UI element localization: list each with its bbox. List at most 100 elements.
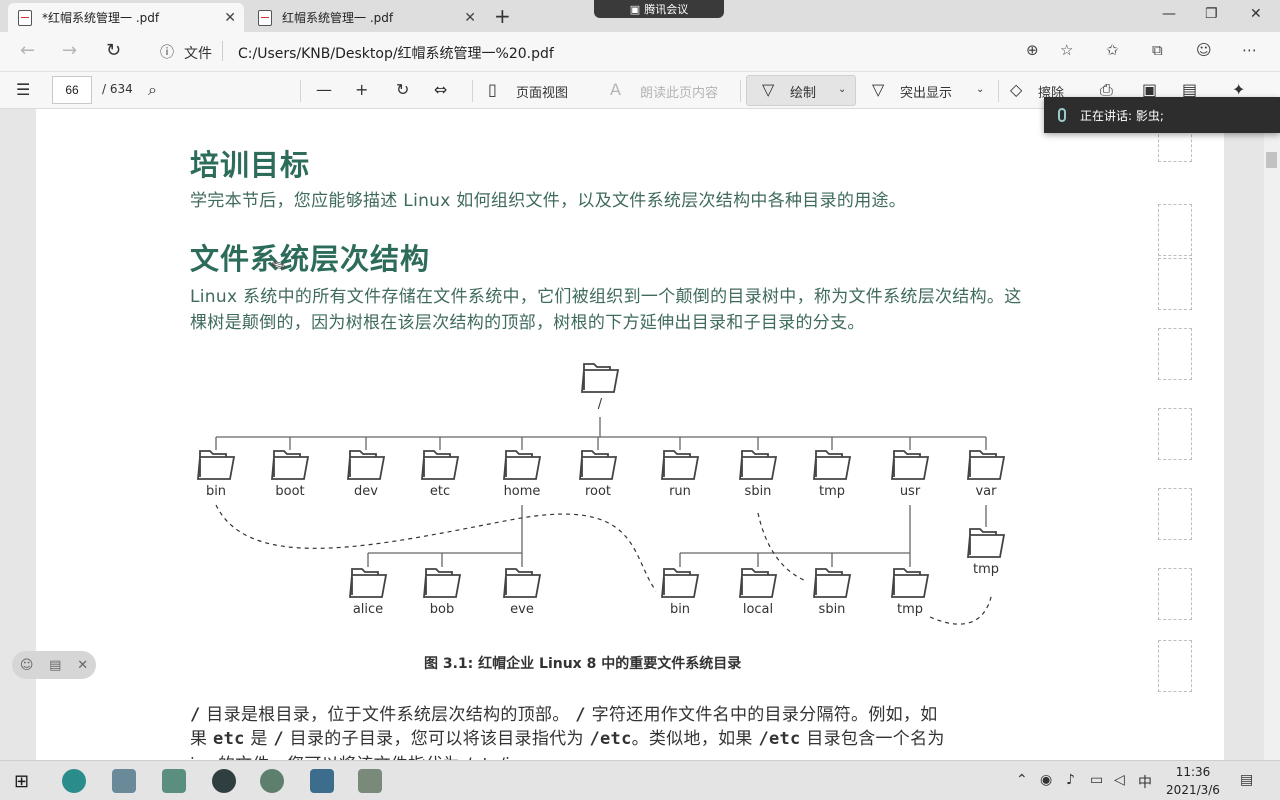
ime-indicator[interactable]: 中	[1138, 772, 1152, 792]
tab-title: *红帽系统管理一 .pdf	[42, 11, 160, 25]
tray-expand-icon[interactable]: ⌃	[1016, 772, 1028, 788]
windows-start-icon[interactable]: ⊞	[14, 771, 29, 792]
zoom-out-icon[interactable]: —	[316, 80, 332, 99]
folder-icon	[813, 568, 851, 598]
speaking-indicator: 正在讲话: 影虫;	[1044, 97, 1280, 133]
dir-label-boot: boot	[275, 484, 304, 499]
link-arrow	[929, 592, 993, 625]
dir-label-var-tmp: tmp	[973, 562, 999, 577]
code-etc-path: /etc	[589, 729, 632, 749]
profile-icon[interactable]: ☺	[1196, 41, 1212, 59]
para-text: 目录是根目录，位于文件系统层次结构的顶部。	[206, 705, 570, 725]
dir-label-var: var	[975, 484, 997, 499]
system-clock[interactable]: 11:36 2021/3/6	[1160, 763, 1226, 799]
minimize-button[interactable]: —	[1162, 6, 1176, 22]
close-icon[interactable]: ✕	[77, 658, 88, 673]
meeting-badge[interactable]: ▣ 腾讯会议	[594, 0, 724, 18]
link-arrow	[757, 512, 807, 582]
chat-icon[interactable]: ▤	[49, 658, 61, 673]
microphone-tray-icon[interactable]: ♪	[1066, 772, 1075, 788]
dir-label-eve: eve	[510, 602, 534, 617]
chevron-down-icon[interactable]: ⌄	[838, 84, 846, 95]
collections-icon[interactable]: ⧉	[1152, 41, 1163, 59]
folder-icon	[421, 450, 459, 480]
pdf-file-icon	[258, 9, 272, 26]
page-thumbnail-placeholder	[1158, 258, 1192, 310]
filesystem-tree-figure: / bin boot dev etc home root run sbin tmp usr var al…	[197, 363, 1005, 625]
url-field[interactable]: C:/Users/KNB/Desktop/红帽系统管理一%20.pdf	[238, 43, 554, 63]
maximize-button[interactable]: ❐	[1205, 6, 1218, 22]
favorites-icon[interactable]: ✩	[1106, 41, 1119, 59]
dir-label-usr-bin: bin	[670, 602, 690, 617]
draw-button[interactable]: 绘制	[790, 82, 816, 101]
dir-label-usr-local: local	[743, 602, 773, 617]
highlight-button[interactable]: 突出显示	[900, 82, 952, 101]
code-etc-path: /etc	[758, 729, 801, 749]
photos-icon[interactable]	[310, 769, 334, 793]
draw-pen-icon: ▽	[762, 80, 775, 99]
rotate-icon[interactable]: ↻	[396, 80, 409, 99]
vertical-scrollbar[interactable]	[1264, 109, 1280, 760]
tab-pdf-active[interactable]: *红帽系统管理一 .pdf ✕	[8, 3, 244, 32]
goal-paragraph: 学完本节后，您应能够描述 Linux 如何组织文件，以及文件系统层次结构中各种目…	[190, 191, 907, 211]
folder-icon	[967, 450, 1005, 480]
back-button[interactable]: ←	[20, 40, 35, 61]
toolbar-divider	[472, 80, 473, 102]
page-number-input[interactable]: 66	[52, 76, 92, 104]
read-aloud-button[interactable]: 朗读此页内容	[640, 82, 718, 101]
tab-pdf[interactable]: 红帽系统管理一 .pdf ✕	[248, 3, 484, 32]
highlighter-icon: ▽	[872, 80, 885, 99]
zoom-in-icon[interactable]: +	[355, 80, 368, 99]
tray-app-icon[interactable]: ◉	[1040, 772, 1052, 788]
page-view-button[interactable]: 页面视图	[516, 82, 568, 101]
favorite-add-icon[interactable]: ☆	[1060, 41, 1073, 59]
folder-icon	[661, 450, 699, 480]
page-thumbnail-placeholder	[1158, 204, 1192, 256]
folder-icon	[967, 528, 1005, 558]
folder-icon	[347, 450, 385, 480]
file-explorer-icon[interactable]	[112, 769, 136, 793]
para-text: 目录的子目录，您可以将该目录指代为	[289, 729, 584, 749]
page-thumbnail-placeholder	[1158, 408, 1192, 460]
eraser-icon: ◇	[1010, 80, 1023, 99]
more-icon[interactable]: ⋯	[1242, 41, 1257, 59]
para-text: 果	[190, 729, 208, 749]
emoji-icon[interactable]: ☺	[20, 658, 34, 673]
edge-icon[interactable]	[62, 769, 86, 793]
close-tab-icon[interactable]: ✕	[224, 10, 236, 26]
new-tab-button[interactable]: +	[494, 4, 511, 28]
close-window-button[interactable]: ✕	[1250, 6, 1262, 22]
refresh-button[interactable]: ↻	[106, 40, 121, 61]
app-icon[interactable]	[212, 769, 236, 793]
folder-icon	[349, 568, 387, 598]
folder-icon	[739, 450, 777, 480]
scrollbar-thumb[interactable]	[1266, 152, 1277, 168]
dir-label-root: root	[585, 484, 611, 499]
app-icon[interactable]	[162, 769, 186, 793]
dir-label-home: home	[504, 484, 541, 499]
info-icon[interactable]: ⓘ	[160, 42, 174, 62]
toolbar-divider	[998, 80, 999, 102]
app-icon[interactable]	[260, 769, 284, 793]
fit-page-icon[interactable]: ⇔	[434, 80, 447, 99]
page-thumbnail-placeholder	[1158, 328, 1192, 380]
page-view-icon[interactable]: ▯	[488, 80, 497, 99]
dir-label-run: run	[669, 484, 691, 499]
volume-icon[interactable]: ◁	[1114, 772, 1125, 788]
close-tab-icon[interactable]: ✕	[464, 10, 476, 26]
chevron-down-icon[interactable]: ⌄	[976, 84, 984, 95]
network-icon[interactable]: ▭	[1090, 772, 1103, 788]
dir-label-bob: bob	[430, 602, 454, 617]
dir-label-alice: alice	[353, 602, 383, 617]
notifications-icon[interactable]: ▤	[1240, 772, 1253, 788]
floating-toolbar[interactable]: ☺ ▤ ✕	[12, 651, 96, 679]
clock-date: 2021/3/6	[1166, 783, 1220, 797]
folder-icon	[891, 450, 929, 480]
folder-icon	[579, 450, 617, 480]
app-icon[interactable]	[358, 769, 382, 793]
para-text: 目录包含一个名为	[806, 729, 945, 749]
search-icon[interactable]: ⌕	[148, 80, 157, 100]
zoom-icon[interactable]: ⊕	[1026, 41, 1039, 59]
contents-icon[interactable]: ☰	[16, 80, 30, 99]
forward-button[interactable]: →	[62, 40, 77, 61]
